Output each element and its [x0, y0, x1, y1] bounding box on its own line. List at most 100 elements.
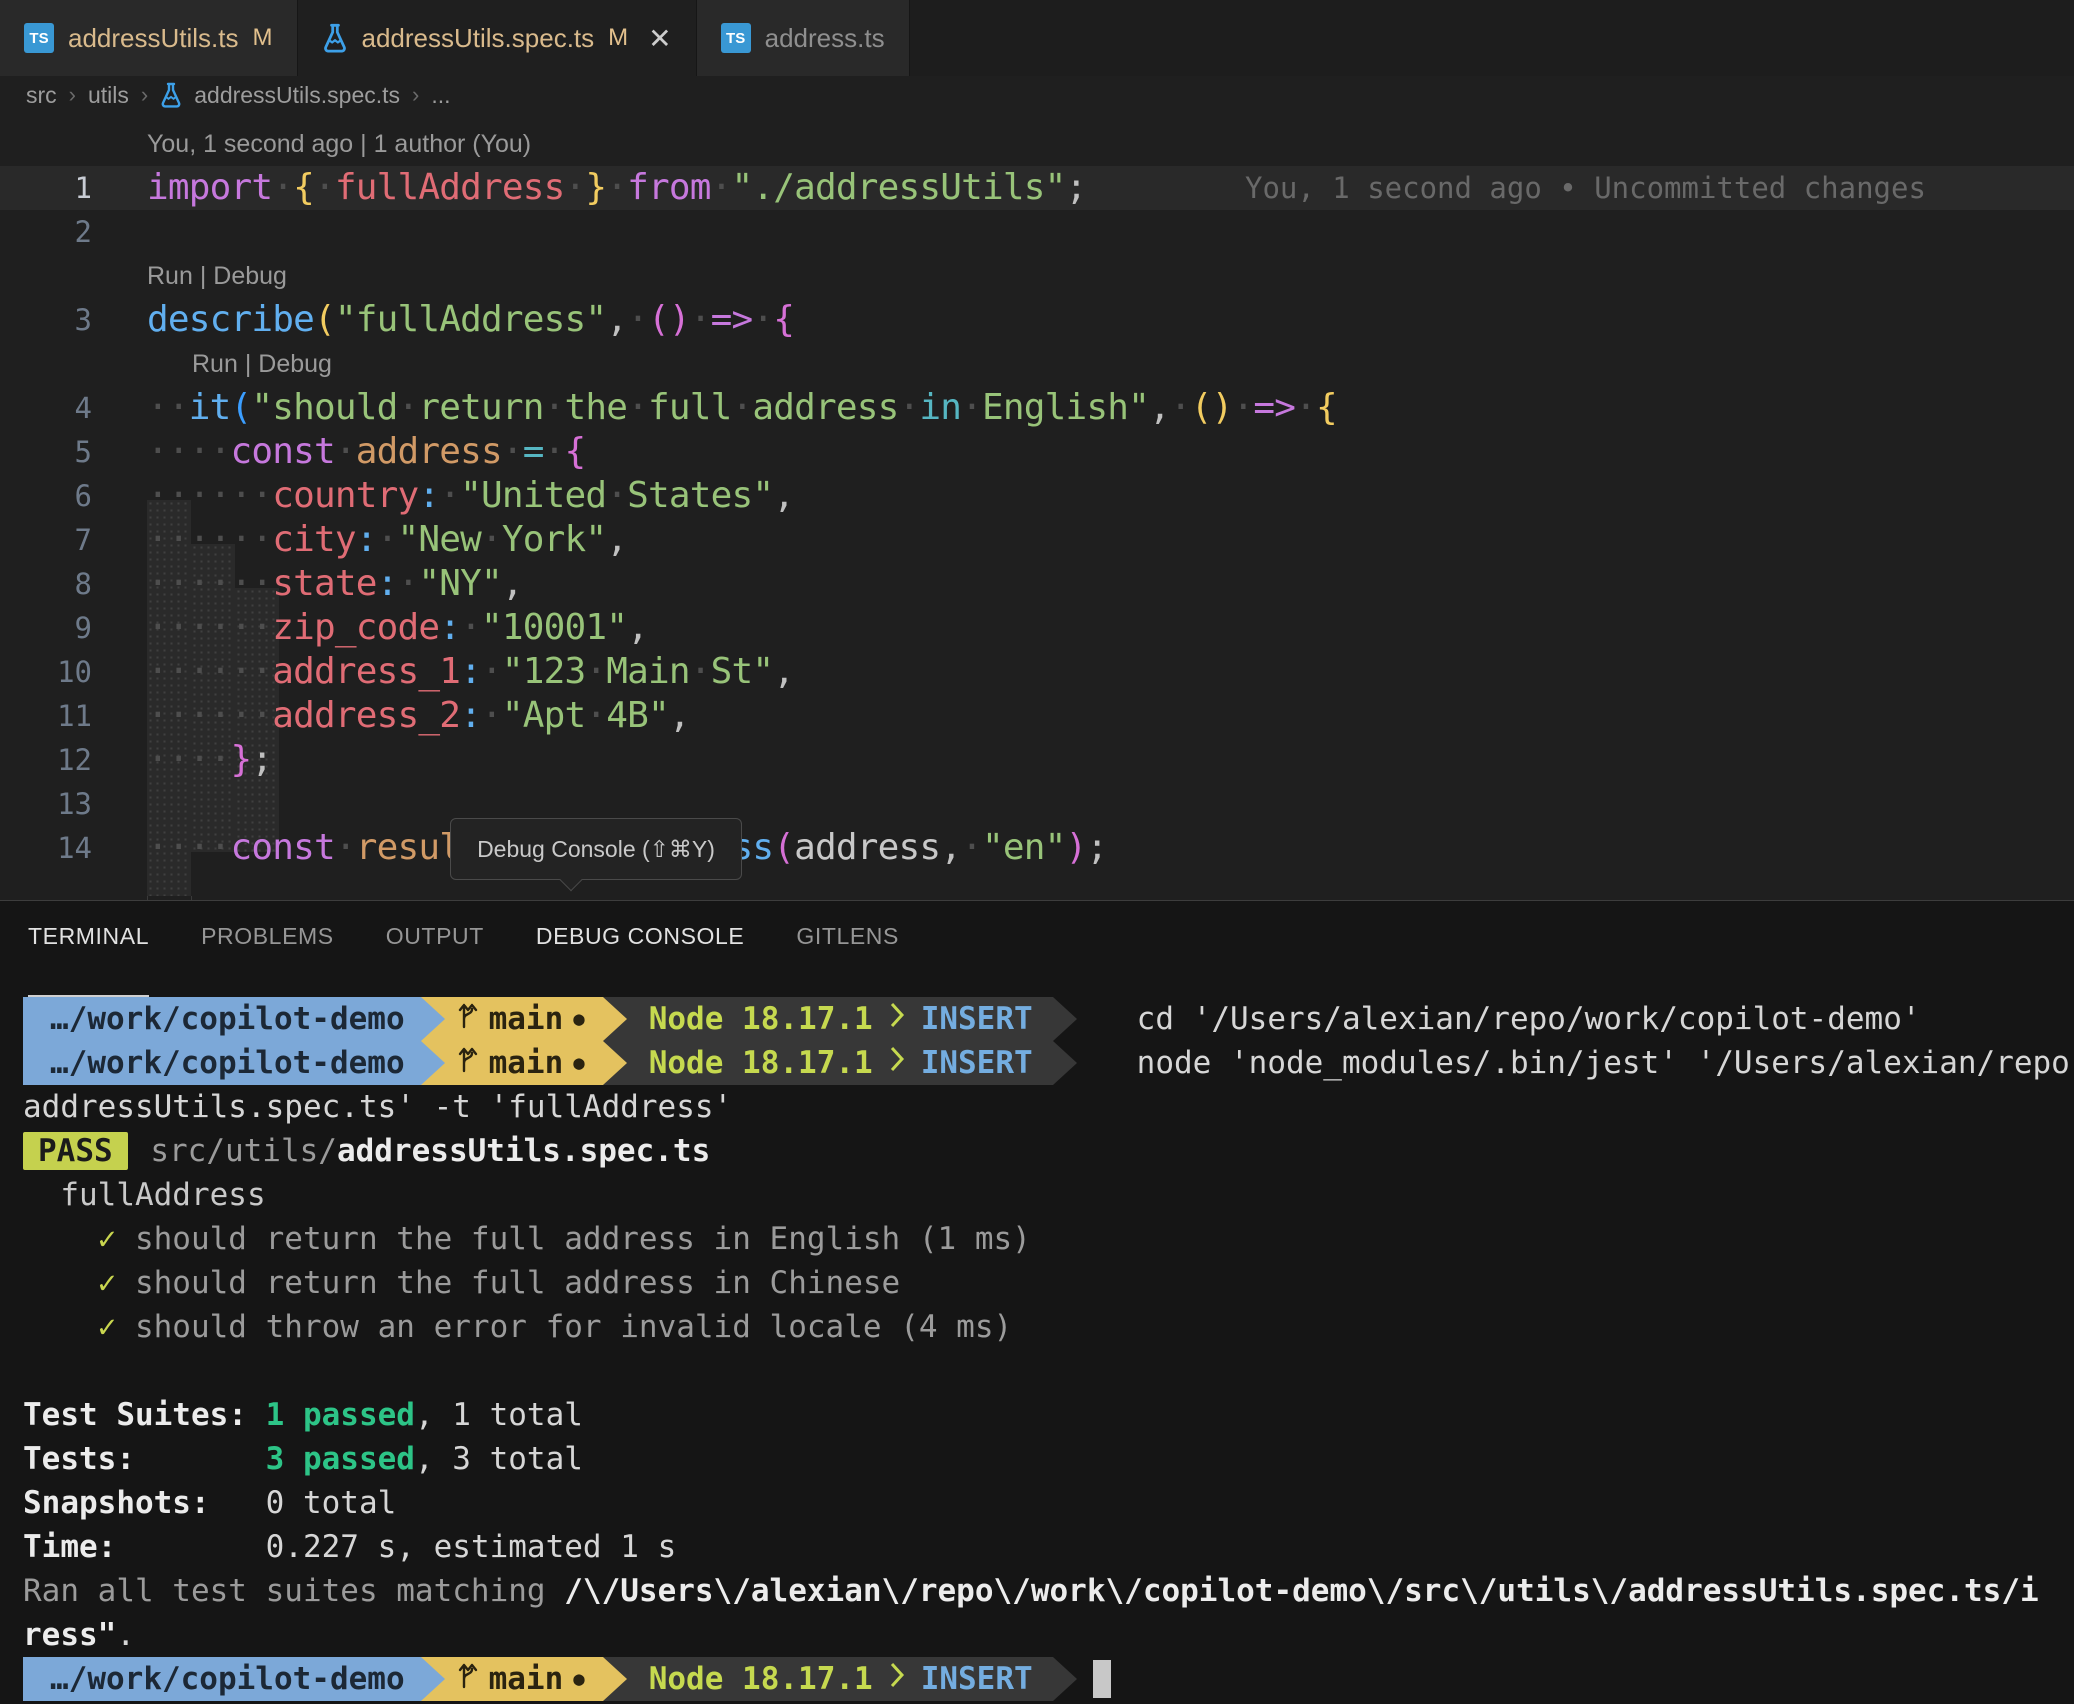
code-token: St" — [711, 651, 774, 692]
modified-badge: M — [253, 24, 273, 52]
code-token: => — [1253, 387, 1295, 428]
breadcrumb-item-src[interactable]: src — [26, 82, 57, 109]
terminal-row: …/work/copilot-demomain●Node 18.17.1INSE… — [0, 1041, 2074, 1085]
prompt-directory-segment: …/work/copilot-demo — [23, 997, 421, 1041]
codelens-run-link[interactable]: Run — [147, 262, 193, 290]
terminal-row: Tests: 3 passed, 3 total — [0, 1437, 2074, 1481]
line-number: 3 — [0, 298, 92, 342]
code-editor[interactable]: You, 1 second ago | 1 author (You)1impor… — [0, 114, 2074, 900]
editor-tab-address.ts[interactable]: TSaddress.ts — [697, 0, 910, 76]
code-token: ······ — [147, 695, 272, 736]
panel-tab-terminal[interactable]: TERMINAL — [28, 923, 149, 997]
terminal-text: addressUtils.spec.ts' -t 'fullAddress' — [23, 1089, 732, 1125]
code-token: address — [752, 387, 898, 428]
codelens: Run | Debug — [192, 342, 332, 386]
line-number: 1 — [0, 166, 92, 210]
code-token: { — [293, 167, 314, 208]
code-text: ····const·address·=·{ — [147, 430, 585, 474]
code-token: "fullAddress" — [335, 299, 606, 340]
code-line-11: 11······address_2:·"Apt·4B", — [0, 694, 2074, 738]
chevron-right-icon: › — [412, 82, 419, 108]
codelens-debug-link[interactable]: Debug — [258, 350, 332, 378]
terminal-row: Ran all test suites matching /\/Users\/a… — [0, 1569, 2074, 1613]
terminal-text: 3 passed — [266, 1441, 415, 1477]
code-token: "NY" — [418, 563, 502, 604]
blame-lens-row: You, 1 second ago | 1 author (You) — [0, 122, 2074, 166]
code-token: } — [585, 167, 606, 208]
code-token: from — [627, 167, 711, 208]
editor-tab-addressUtils.ts[interactable]: TSaddressUtils.tsM — [0, 0, 298, 76]
line-number: 9 — [0, 606, 92, 650]
panel-tab-gitlens[interactable]: GITLENS — [796, 923, 899, 997]
code-token: : — [356, 519, 377, 560]
code-token: ······ — [147, 519, 272, 560]
code-token: · — [606, 167, 627, 208]
terminal-command: node 'node_modules/.bin/jest' '/Users/al… — [1137, 1045, 2070, 1081]
codelens-run-link[interactable]: Run — [192, 350, 238, 378]
terminal-text: node 'node_modules/.bin/jest' '/Users/al… — [1137, 1045, 2070, 1081]
code-line-8: 8······state:·"NY", — [0, 562, 2074, 606]
code-text: import·{·fullAddress·}·from·"./addressUt… — [147, 166, 1086, 210]
chevron-right-icon: › — [69, 82, 76, 108]
chevron-right-icon — [889, 1044, 905, 1082]
panel-tab-output[interactable]: OUTPUT — [386, 923, 484, 997]
code-token: · — [585, 651, 606, 692]
codelens-debug-link[interactable]: Debug — [213, 262, 287, 290]
vi-insert-mode: INSERT — [921, 1045, 1033, 1081]
code-token: ···· — [147, 739, 231, 780]
code-token: · — [481, 651, 502, 692]
terminal-row: ress". — [0, 1613, 2074, 1657]
powerline-arrow-icon — [421, 1657, 445, 1701]
tooltip-text: Debug Console (⇧⌘Y) — [477, 836, 715, 863]
git-branch-icon — [455, 999, 479, 1039]
code-token: } — [231, 739, 252, 780]
modified-badge: M — [608, 24, 628, 52]
code-token: in — [919, 387, 961, 428]
terminal-cursor — [1093, 1660, 1111, 1698]
prompt-node-segment: Node 18.17.1 INSERT — [627, 1041, 1053, 1085]
terminal-text — [132, 1133, 151, 1169]
terminal-text: Ran all test suites matching — [23, 1573, 564, 1609]
powerline-arrow-icon — [421, 997, 445, 1041]
panel-tab-problems[interactable]: PROBLEMS — [201, 923, 334, 997]
code-line-3: 3describe("fullAddress",·()·=>·{ — [0, 298, 2074, 342]
code-token: { — [565, 431, 586, 472]
node-version: Node 18.17.1 — [649, 1045, 873, 1081]
codelens-row: Run | Debug — [0, 254, 2074, 298]
code-text: ··it("should·return·the·full·address·in·… — [147, 386, 1337, 430]
branch-name: main — [489, 1001, 564, 1037]
terminal-text: should return the full address in Chines… — [135, 1265, 900, 1301]
codelens-separator: | — [193, 262, 213, 290]
terminal-text: ✓ — [23, 1221, 135, 1257]
terminal[interactable]: …/work/copilot-demomain●Node 18.17.1INSE… — [0, 997, 2074, 1701]
breadcrumb-item-file[interactable]: addressUtils.spec.ts — [194, 82, 400, 109]
vi-insert-mode: INSERT — [921, 1001, 1033, 1037]
code-token: full — [648, 387, 732, 428]
code-token: : — [460, 651, 481, 692]
terminal-text: should throw an error for invalid locale… — [135, 1309, 1012, 1345]
code-token: fullAddress — [335, 167, 565, 208]
editor-tab-addressUtils.spec.ts[interactable]: addressUtils.spec.tsM✕ — [298, 0, 697, 76]
close-icon[interactable]: ✕ — [648, 22, 671, 55]
line-number: 14 — [0, 826, 92, 870]
git-branch-icon — [455, 1659, 479, 1699]
terminal-text: 1 passed — [266, 1397, 415, 1433]
code-line-14: 14····const·result·=·fullAddress(address… — [0, 826, 2074, 870]
code-token: · — [690, 299, 711, 340]
code-token: address_2 — [272, 695, 460, 736]
prompt-directory-segment: …/work/copilot-demo — [23, 1041, 421, 1085]
code-token: ······ — [147, 563, 272, 604]
terminal-text: , 3 total — [415, 1441, 583, 1477]
line-number: 8 — [0, 562, 92, 606]
terminal-row: …/work/copilot-demomain●Node 18.17.1INSE… — [0, 997, 2074, 1041]
breadcrumb-ellipsis[interactable]: ... — [431, 82, 450, 109]
terminal-text: 0.227 s, estimated 1 s — [266, 1529, 677, 1565]
code-text: ······address_1:·"123·Main·St", — [147, 650, 794, 694]
code-token: : — [377, 563, 398, 604]
code-token: · — [502, 431, 523, 472]
panel-tab-debug-console[interactable]: DEBUG CONSOLE — [536, 923, 744, 997]
code-token: = — [523, 431, 544, 472]
code-token: · — [732, 387, 753, 428]
breadcrumb-item-utils[interactable]: utils — [88, 82, 129, 109]
line-number: 6 — [0, 474, 92, 518]
